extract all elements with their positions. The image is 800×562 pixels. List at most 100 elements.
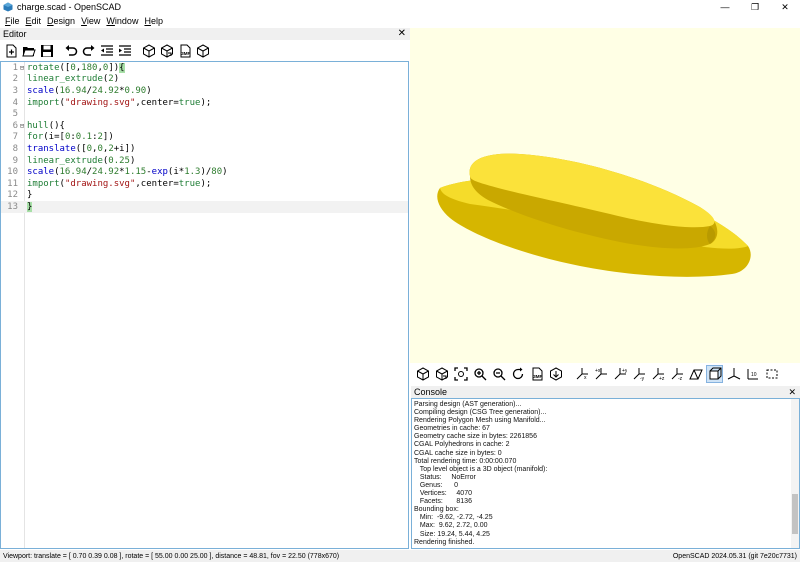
console-output[interactable]: Parsing design (AST generation)... Compi… xyxy=(411,398,800,549)
show-axes-button[interactable] xyxy=(725,365,742,383)
open-file-button[interactable] xyxy=(20,43,37,60)
scrollbar-thumb[interactable] xyxy=(792,494,798,534)
view-all-button[interactable] xyxy=(452,365,469,383)
view-front-icon: +z xyxy=(652,368,664,381)
code-line[interactable]: 8 translate([0,0,2+i]) xyxy=(1,143,408,155)
console-line: Compiling design (CSG Tree generation)..… xyxy=(414,409,547,417)
code-line[interactable]: 12 } xyxy=(1,190,408,202)
view-all-icon xyxy=(453,367,468,381)
code-text: } xyxy=(27,190,33,201)
code-line[interactable]: 2 linear_extrude(2) xyxy=(1,74,408,86)
console-line: Min: -9.62, -2.72, -4.25 xyxy=(414,514,493,522)
unindent-button[interactable] xyxy=(98,43,115,60)
code-text: import("drawing.svg",center=true); xyxy=(27,178,212,189)
fold-marker-icon[interactable]: ⊟ xyxy=(18,120,26,131)
view-front-button[interactable]: +z xyxy=(649,365,666,383)
zoom-out-button[interactable] xyxy=(490,365,507,383)
line-number: 3 xyxy=(12,85,18,96)
maximize-button[interactable]: ❐ xyxy=(740,0,770,14)
code-line[interactable]: 7 for(i=[0:0.1:2]) xyxy=(1,132,408,144)
menu-design[interactable]: Design xyxy=(47,16,75,26)
code-line[interactable]: 10 scale(16.94/24.92*1.15-exp(i*1.3)/80) xyxy=(1,166,408,178)
export-3mf-button[interactable]: 3MF xyxy=(176,43,193,60)
send-to-print-button[interactable] xyxy=(547,365,564,383)
fold-marker xyxy=(18,109,26,120)
fold-marker xyxy=(18,178,26,189)
menu-window[interactable]: Window xyxy=(106,16,138,26)
render-button[interactable] xyxy=(433,365,450,383)
code-line[interactable]: 3 scale(16.94/24.92*0.90) xyxy=(1,85,408,97)
console-line: Rendering finished. xyxy=(414,538,475,546)
fold-marker xyxy=(18,143,26,154)
line-number: 8 xyxy=(12,143,18,154)
console-close-button[interactable]: ✕ xyxy=(788,387,796,398)
export-3mf-icon: 3MF xyxy=(180,44,190,58)
preview-icon xyxy=(142,44,155,58)
menu-file[interactable]: File xyxy=(5,16,20,26)
show-scale-markers-button[interactable]: 10 xyxy=(744,365,761,383)
zoom-in-button[interactable] xyxy=(471,365,488,383)
zoom-in-icon xyxy=(473,368,486,381)
code-line[interactable]: 11 import("drawing.svg",center=true); xyxy=(1,178,408,190)
minimize-button[interactable]: — xyxy=(710,0,740,14)
console-line: Bounding box: xyxy=(414,506,459,514)
menu-help[interactable]: Help xyxy=(144,16,163,26)
perspective-button[interactable] xyxy=(687,365,704,383)
menu-view[interactable]: View xyxy=(81,16,100,26)
send-to-print-icon xyxy=(549,367,562,381)
view-back-button[interactable]: -z xyxy=(668,365,685,383)
code-line[interactable]: 9 linear_extrude(0.25) xyxy=(1,155,408,167)
view-top-button[interactable]: +x xyxy=(592,365,609,383)
export-3mf-button[interactable]: 3MF xyxy=(528,365,545,383)
code-editor[interactable]: 1 ⊟ rotate([0,180,0]){ 2 linear_extrude(… xyxy=(0,61,409,549)
indent-button[interactable] xyxy=(116,43,133,60)
code-text: linear_extrude(0.25) xyxy=(27,155,136,166)
code-text: translate([0,0,2+i]) xyxy=(27,143,136,154)
window-title: charge.scad - OpenSCAD xyxy=(17,2,122,12)
viewport-status: Viewport: translate = [ 0.70 0.39 0.08 ]… xyxy=(3,552,340,560)
undo-button[interactable] xyxy=(62,43,79,60)
view-right-button[interactable]: x xyxy=(573,365,590,383)
orthogonal-icon xyxy=(709,367,721,380)
code-line-current[interactable]: 13 } xyxy=(1,201,408,213)
new-file-button[interactable] xyxy=(2,43,19,60)
send-to-print-button[interactable] xyxy=(194,43,211,60)
menu-edit[interactable]: Edit xyxy=(26,16,42,26)
console-line: Top level object is a 3D object (manifol… xyxy=(414,465,548,473)
orthogonal-button[interactable] xyxy=(706,365,723,383)
view-left-button[interactable]: -y xyxy=(630,365,647,383)
svg-text:+y: +y xyxy=(622,368,627,374)
code-line[interactable]: 5 xyxy=(1,108,408,120)
show-edges-button[interactable] xyxy=(763,365,780,383)
code-line[interactable]: 6 ⊟ hull(){ xyxy=(1,120,408,132)
console-line: Parsing design (AST generation)... xyxy=(414,401,522,408)
console-line: Size: 19.24, 5.44, 4.25 xyxy=(414,530,490,538)
view-bottom-button[interactable]: +y xyxy=(611,365,628,383)
fold-marker-icon[interactable]: ⊟ xyxy=(18,62,26,73)
3d-viewport[interactable] xyxy=(410,28,800,363)
console-panel-title: Console xyxy=(414,387,448,397)
svg-text:10: 10 xyxy=(751,372,757,378)
preview-button[interactable] xyxy=(414,365,431,383)
code-line[interactable]: 1 ⊟ rotate([0,180,0]){ xyxy=(1,62,408,74)
fold-marker xyxy=(18,85,26,96)
console-panel-header: Console ✕ xyxy=(411,386,800,398)
close-window-button[interactable]: ✕ xyxy=(770,0,800,14)
reset-view-button[interactable] xyxy=(509,365,526,383)
render-button[interactable] xyxy=(158,43,175,60)
preview-button[interactable] xyxy=(140,43,157,60)
title-bar: charge.scad - OpenSCAD — ❐ ✕ xyxy=(0,0,800,14)
show-scale-markers-icon: 10 xyxy=(747,369,758,380)
code-line[interactable]: 4 import("drawing.svg",center=true); xyxy=(1,97,408,109)
show-axes-icon xyxy=(727,368,740,380)
redo-button[interactable] xyxy=(80,43,97,60)
line-number: 7 xyxy=(12,132,18,143)
line-number: 11 xyxy=(7,178,18,189)
editor-close-button[interactable]: ✕ xyxy=(398,29,406,39)
console-scrollbar[interactable] xyxy=(791,399,799,548)
view-top-icon: +x xyxy=(595,368,607,380)
fold-marker xyxy=(18,132,26,143)
code-text: scale(16.94/24.92*1.15-exp(i*1.3)/80) xyxy=(27,167,228,178)
save-button[interactable] xyxy=(38,43,55,60)
perspective-icon xyxy=(688,369,703,380)
